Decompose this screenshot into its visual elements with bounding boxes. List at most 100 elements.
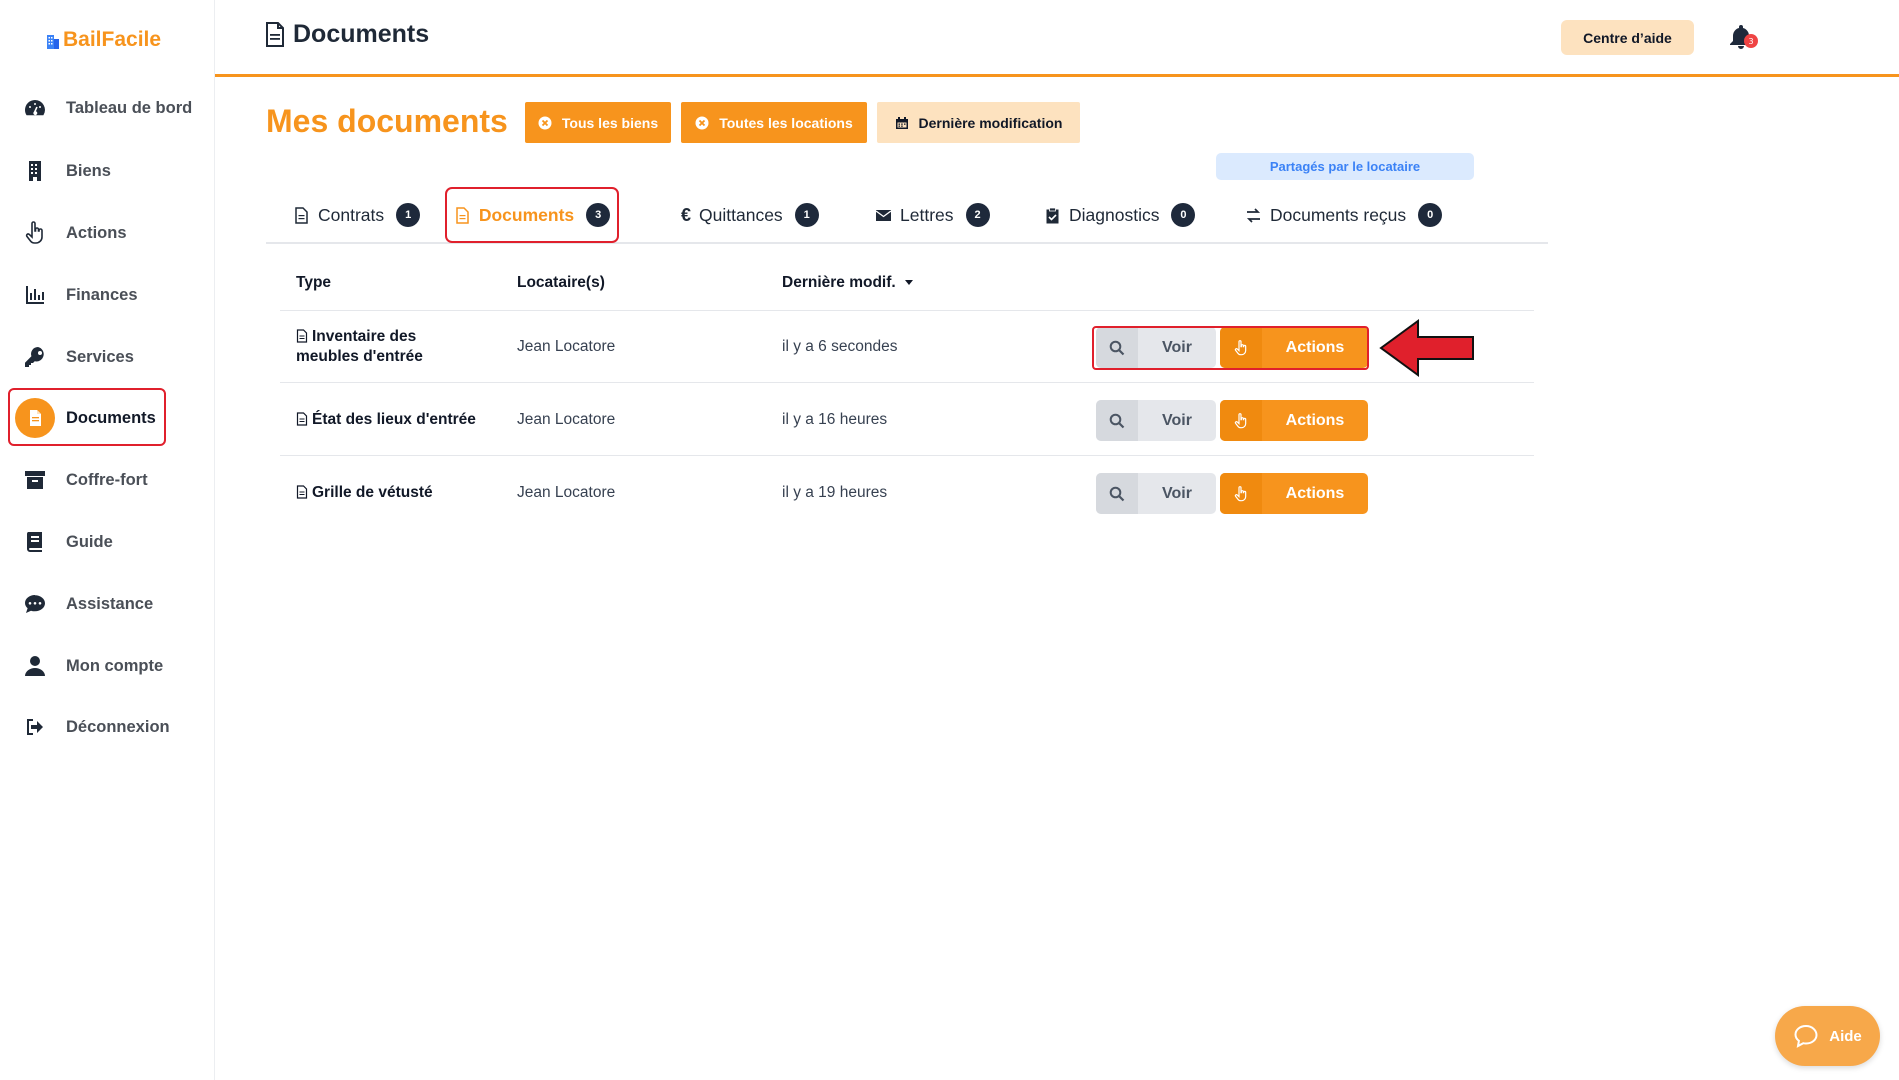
actions-button-label: Actions bbox=[1285, 484, 1345, 502]
file-icon bbox=[456, 206, 469, 224]
help-chat-button[interactable]: Aide bbox=[1775, 1006, 1880, 1066]
file-icon bbox=[296, 485, 308, 499]
tab-count-badge: 1 bbox=[396, 203, 421, 227]
table-row: État des lieux d'entrée Jean Locatore il… bbox=[280, 384, 1534, 456]
search-icon bbox=[1109, 486, 1125, 501]
sidebar-item-mon-compte[interactable]: Mon compte bbox=[10, 640, 205, 692]
close-circle-icon bbox=[695, 116, 709, 129]
last-modified-cell: il y a 16 heures bbox=[782, 411, 888, 428]
building-logo-icon bbox=[47, 35, 59, 49]
column-header-type: Type bbox=[296, 274, 332, 291]
chart-icon bbox=[26, 286, 44, 304]
sidebar-item-label: Assistance bbox=[66, 594, 154, 613]
document-icon bbox=[30, 410, 41, 426]
document-type-text: Grille de vétusté bbox=[312, 484, 433, 501]
page-title: Mes documents bbox=[266, 103, 508, 139]
row-actions: Voir Actions bbox=[1096, 473, 1368, 514]
help-chat-label: Aide bbox=[1829, 1027, 1862, 1045]
actions-button[interactable]: Actions bbox=[1220, 327, 1368, 368]
column-header-last-modified[interactable]: Dernière modif. bbox=[782, 274, 914, 292]
tab-diagnostics[interactable]: Diagnostics 0 bbox=[1044, 187, 1196, 243]
sidebar-item-label: Déconnexion bbox=[66, 717, 170, 736]
tab-label: Contrats bbox=[318, 204, 385, 225]
view-button-label: Voir bbox=[1162, 411, 1192, 429]
tab-documents[interactable]: Documents 3 bbox=[445, 187, 619, 243]
filter-all-properties-button[interactable]: Tous les biens bbox=[525, 102, 671, 143]
header-title-text: Documents bbox=[293, 20, 430, 48]
sidebar-item-assistance[interactable]: Assistance bbox=[10, 578, 205, 630]
view-button-label: Voir bbox=[1162, 338, 1192, 356]
file-icon bbox=[295, 206, 308, 224]
close-circle-icon bbox=[538, 116, 552, 129]
tab-quittances[interactable]: € Quittances 1 bbox=[681, 187, 819, 243]
envelope-icon bbox=[875, 209, 892, 221]
document-type-cell: État des lieux d'entrée bbox=[296, 384, 476, 456]
tab-count-badge: 3 bbox=[586, 203, 611, 227]
tab-lettres[interactable]: Lettres 2 bbox=[875, 187, 990, 243]
hand-pointer-icon bbox=[25, 221, 43, 244]
view-button[interactable]: Voir bbox=[1096, 327, 1216, 368]
logo-text: BailFacile bbox=[63, 28, 162, 51]
sidebar-item-documents[interactable]: Documents bbox=[10, 392, 205, 444]
document-type-cell: Inventaire des meubles d'entrée bbox=[296, 311, 476, 383]
column-header-label: Dernière modif. bbox=[782, 274, 896, 291]
chat-icon bbox=[25, 595, 45, 613]
sidebar-item-label: Finances bbox=[66, 285, 138, 304]
building-icon bbox=[29, 161, 41, 181]
help-center-button[interactable]: Centre d’aide bbox=[1561, 20, 1694, 55]
sidebar: BailFacile Tableau de bord Biens Actions… bbox=[0, 0, 215, 1080]
sidebar-item-guide[interactable]: Guide bbox=[10, 516, 205, 568]
filter-all-rentals-button[interactable]: Toutes les locations bbox=[681, 102, 867, 143]
file-icon bbox=[266, 22, 284, 47]
document-tabs: Contrats 1 Documents 3 € Quittances 1 Le… bbox=[266, 187, 1548, 244]
euro-icon: € bbox=[681, 204, 692, 225]
actions-button[interactable]: Actions bbox=[1220, 400, 1368, 441]
top-header: Documents Centre d’aide 3 bbox=[215, 0, 1899, 77]
file-icon bbox=[296, 412, 308, 426]
view-button[interactable]: Voir bbox=[1096, 473, 1216, 514]
tab-label: Lettres bbox=[900, 204, 954, 225]
page-header-title: Documents bbox=[265, 20, 429, 49]
sidebar-item-deconnexion[interactable]: Déconnexion bbox=[10, 701, 205, 753]
app-logo[interactable]: BailFacile bbox=[46, 28, 161, 52]
archive-icon bbox=[25, 471, 45, 489]
tab-label: Documents bbox=[478, 204, 575, 225]
sort-caret-down-icon bbox=[904, 280, 913, 285]
file-icon bbox=[296, 329, 308, 343]
sort-last-modified-button[interactable]: Dernière modification bbox=[877, 102, 1080, 143]
filter-label: Tous les biens bbox=[561, 114, 659, 131]
sidebar-item-label: Documents bbox=[66, 408, 156, 427]
sidebar-item-actions[interactable]: Actions bbox=[10, 207, 205, 259]
table-row: Inventaire des meubles d'entrée Jean Loc… bbox=[280, 311, 1534, 383]
sidebar-item-label: Biens bbox=[66, 161, 111, 180]
sidebar-item-services[interactable]: Services bbox=[10, 331, 205, 383]
tab-count-badge: 0 bbox=[1418, 203, 1443, 227]
sidebar-item-finances[interactable]: Finances bbox=[10, 269, 205, 321]
sidebar-item-tableau-de-bord[interactable]: Tableau de bord bbox=[10, 82, 205, 134]
table-row: Grille de vétusté Jean Locatore il y a 1… bbox=[280, 457, 1534, 529]
sidebar-item-label: Guide bbox=[66, 532, 113, 551]
calendar-icon bbox=[895, 116, 908, 129]
hand-pointer-icon bbox=[1234, 485, 1247, 501]
view-button-label: Voir bbox=[1162, 484, 1192, 502]
sidebar-item-biens[interactable]: Biens bbox=[10, 145, 205, 197]
last-modified-cell: il y a 19 heures bbox=[782, 484, 888, 501]
view-button[interactable]: Voir bbox=[1096, 400, 1216, 441]
notifications-button[interactable]: 3 bbox=[1726, 22, 1758, 52]
tenant-cell: Jean Locatore bbox=[517, 411, 616, 428]
tab-label: Quittances bbox=[699, 204, 783, 225]
notification-count-badge: 3 bbox=[1744, 34, 1758, 48]
actions-button[interactable]: Actions bbox=[1220, 473, 1368, 514]
sidebar-item-coffre-fort[interactable]: Coffre-fort bbox=[10, 454, 205, 506]
tab-count-badge: 1 bbox=[794, 203, 819, 227]
tenant-cell: Jean Locatore bbox=[517, 484, 616, 501]
sidebar-item-label: Services bbox=[66, 347, 134, 366]
tab-count-badge: 2 bbox=[965, 203, 990, 227]
sidebar-item-label: Actions bbox=[66, 223, 127, 242]
shared-by-tenant-badge: Partagés par le locataire bbox=[1216, 153, 1474, 180]
user-icon bbox=[25, 656, 45, 676]
tenant-cell: Jean Locatore bbox=[517, 338, 616, 355]
tab-documents-recus[interactable]: Documents reçus 0 bbox=[1245, 187, 1443, 243]
column-header-tenants: Locataire(s) bbox=[517, 274, 605, 291]
tab-contrats[interactable]: Contrats 1 bbox=[293, 187, 421, 243]
